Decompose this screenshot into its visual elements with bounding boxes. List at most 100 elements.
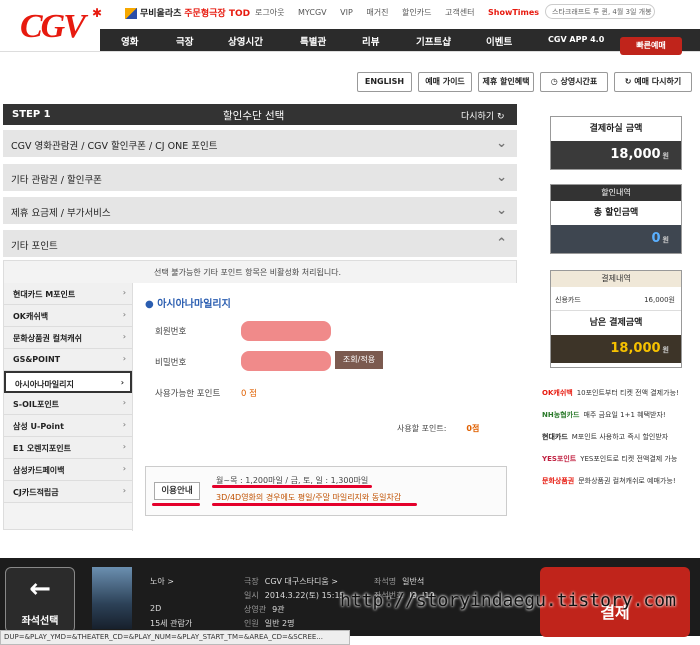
accordion-other-points[interactable]: 기타 포인트 ⌃ xyxy=(3,230,517,258)
won-unit: 원 xyxy=(662,152,669,160)
theater-value[interactable]: CGV 대구스타디움 > xyxy=(265,577,338,586)
payment-detail-box: 결제내역 신용카드 16,000원 남은 결제금액 18,000 원 xyxy=(550,270,682,368)
won-unit: 원 xyxy=(662,346,669,354)
chevron-right-icon: › xyxy=(122,332,126,341)
movie-rating: 15세 관람가 xyxy=(150,619,193,628)
chevron-right-icon: › xyxy=(122,398,126,407)
nav-event[interactable]: 이벤트 xyxy=(486,34,512,48)
cgv-logo[interactable]: CGV xyxy=(20,8,86,46)
remain-value: 18,000 xyxy=(610,341,661,356)
search-input[interactable]: 스타크래프트 투 퀸, 4월 3일 개봉 xyxy=(545,4,655,19)
restart-label: 예매 다시하기 xyxy=(634,77,682,86)
people-row: 인원 일반 2명 xyxy=(244,618,294,629)
point-item-label: 문화상품권 컬쳐캐쉬 xyxy=(13,334,83,343)
accordion-partner-plans[interactable]: 제휴 요금제 / 부가서비스 ⌄ xyxy=(3,197,517,225)
point-item-label: CJ카드적립금 xyxy=(13,488,59,497)
promo-culture-gift[interactable]: 문화상품권 문화상품권 컬쳐캐쉬로 예매가능! xyxy=(542,476,676,486)
chevron-right-icon: › xyxy=(122,354,126,363)
lookup-apply-button[interactable]: 조회/적용 xyxy=(335,351,383,369)
nav-special[interactable]: 특별관 xyxy=(300,34,326,48)
nav-theater[interactable]: 극장 xyxy=(176,34,193,48)
asiana-mileage-form: ● 아시아나마일리지 회원번호 비밀번호 조회/적용 사용가능한 포인트 0 점… xyxy=(132,283,517,531)
promo-brand: NH농협카드 xyxy=(542,411,580,419)
discount-box: 할인내역 총 할인금액 0원 xyxy=(550,184,682,254)
password-input[interactable] xyxy=(241,351,331,371)
seat-type-value: 일반석 xyxy=(402,577,425,586)
card-value: 16,000원 xyxy=(644,296,675,304)
other-points-panel: 선택 불가능한 기타 포인트 항목은 비활성화 처리됩니다. 현대카드 M포인트… xyxy=(3,260,517,531)
usage-info-label: 이용안내 xyxy=(154,482,200,500)
restart-booking-button[interactable]: ↻ 예매 다시하기 xyxy=(614,72,692,92)
point-item-label: 아시아나마일리지 xyxy=(15,380,74,389)
point-item-label: E1 오렌지포인트 xyxy=(13,444,71,453)
chevron-down-icon: ⌄ xyxy=(496,203,507,218)
chevron-right-icon: › xyxy=(122,442,126,451)
booking-guide-button[interactable]: 예매 가이드 xyxy=(418,72,472,92)
screen-value: 9관 xyxy=(272,605,285,614)
step-title: 할인수단 선택 xyxy=(223,110,285,122)
nav-giftshop[interactable]: 기프트샵 xyxy=(416,34,451,48)
nav-showtime[interactable]: 상영시간 xyxy=(228,34,263,48)
point-item-culture-cash[interactable]: 문화상품권 컬쳐캐쉬 › xyxy=(4,327,132,349)
discount-value-row: 0원 xyxy=(551,225,681,253)
redo-button[interactable]: 다시하기 ↻ xyxy=(461,109,505,122)
screen-row: 상영관 9관 xyxy=(244,604,285,615)
theater-label: 극장 xyxy=(244,577,259,586)
util-mycgv[interactable]: MYCGV xyxy=(298,8,327,17)
back-label: 좌석선택 xyxy=(21,616,59,627)
point-item-samsung-payback[interactable]: 삼성카드페이백 › xyxy=(4,459,132,481)
point-item-asiana-mileage[interactable]: 아시아나마일리지 › xyxy=(4,371,132,393)
util-discount-card[interactable]: 할인카드 xyxy=(402,8,431,17)
form-title: ● 아시아나마일리지 xyxy=(145,299,231,310)
point-item-hyundai-m[interactable]: 현대카드 M포인트 › xyxy=(4,283,132,305)
util-magazine[interactable]: 매거진 xyxy=(366,8,388,17)
member-number-input[interactable] xyxy=(241,321,331,341)
header-promo[interactable]: 무비올라츠 주문형극장 TOD xyxy=(125,6,250,19)
partner-discount-button[interactable]: 제휴 할인혜택 xyxy=(478,72,534,92)
point-item-e1-orange[interactable]: E1 오렌지포인트 › xyxy=(4,437,132,459)
seat-type-label: 좌석명 xyxy=(374,577,397,586)
arrow-left-icon: ← xyxy=(29,574,51,604)
fast-booking-button[interactable]: 빠른예매 xyxy=(620,37,682,55)
point-item-soil[interactable]: S-OIL포인트 › xyxy=(4,393,132,415)
date-row: 일시 2014.3.22(토) 15:15 xyxy=(244,590,345,601)
red-underline xyxy=(212,485,372,488)
promo-yes-point[interactable]: YES포인트 YES포인트로 티켓 전액결제 가능 xyxy=(542,454,677,464)
main-nav: 영화 극장 상영시간 특별관 리뷰 기프트샵 이벤트 CGV APP 4.0 xyxy=(100,29,700,51)
point-item-cj-card[interactable]: CJ카드적립금 › xyxy=(4,481,132,503)
nav-review[interactable]: 리뷰 xyxy=(362,34,379,48)
date-value: 2014.3.22(토) 15:15 xyxy=(264,591,345,600)
util-logout[interactable]: 로그아웃 xyxy=(255,8,284,17)
english-button[interactable]: ENGLISH xyxy=(357,72,412,92)
nav-movie[interactable]: 영화 xyxy=(121,34,138,48)
point-item-gs-point[interactable]: GS&POINT › xyxy=(4,349,132,371)
won-unit: 원 xyxy=(662,236,669,244)
schedule-button[interactable]: ◷ 상영시간표 xyxy=(540,72,608,92)
util-showtimes[interactable]: ShowTimes xyxy=(488,8,539,17)
point-item-label: OK캐쉬백 xyxy=(13,312,49,321)
promo-hyundai-card[interactable]: 현대카드 M포인트 사용하고 즉시 할인받자 xyxy=(542,432,668,442)
nav-app[interactable]: CGV APP 4.0 xyxy=(548,35,604,44)
promo-brand: YES포인트 xyxy=(542,455,577,463)
point-item-label: S-OIL포인트 xyxy=(13,400,60,409)
logo-star-icon: ✱ xyxy=(92,6,103,20)
redo-label: 다시하기 xyxy=(461,112,495,122)
promo-okcashbag[interactable]: OK캐쉬백 10포인트부터 티켓 전액 결제가능! xyxy=(542,388,679,398)
pay-amount-label: 결제하실 금액 xyxy=(551,117,681,141)
use-points: 사용할 포인트: 0점 xyxy=(397,423,479,434)
screen-label: 상영관 xyxy=(244,605,267,614)
util-vip[interactable]: VIP xyxy=(340,8,353,17)
point-item-samsung-upoint[interactable]: 삼성 U-Point › xyxy=(4,415,132,437)
red-underline xyxy=(212,503,417,506)
util-customer-center[interactable]: 고객센터 xyxy=(445,8,474,17)
pay-amount-value-row: 18,000 원 xyxy=(551,141,681,169)
point-item-okcashbag[interactable]: OK캐쉬백 › xyxy=(4,305,132,327)
seat-select-back-button[interactable]: ← 좌석선택 xyxy=(5,567,75,633)
movie-title[interactable]: 노아 > xyxy=(150,576,174,587)
step-label: STEP 1 xyxy=(12,109,51,120)
accordion-cgv-coupons[interactable]: CGV 영화관람권 / CGV 할인쿠폰 / CJ ONE 포인트 ⌄ xyxy=(3,130,517,158)
accordion-other-tickets[interactable]: 기타 관람권 / 할인쿠폰 ⌄ xyxy=(3,164,517,192)
people-value: 일반 2명 xyxy=(264,619,295,628)
promo-nh-card[interactable]: NH농협카드 매주 금요일 1+1 혜택받자! xyxy=(542,410,666,420)
promo-brand: 무비올라츠 xyxy=(140,9,182,19)
